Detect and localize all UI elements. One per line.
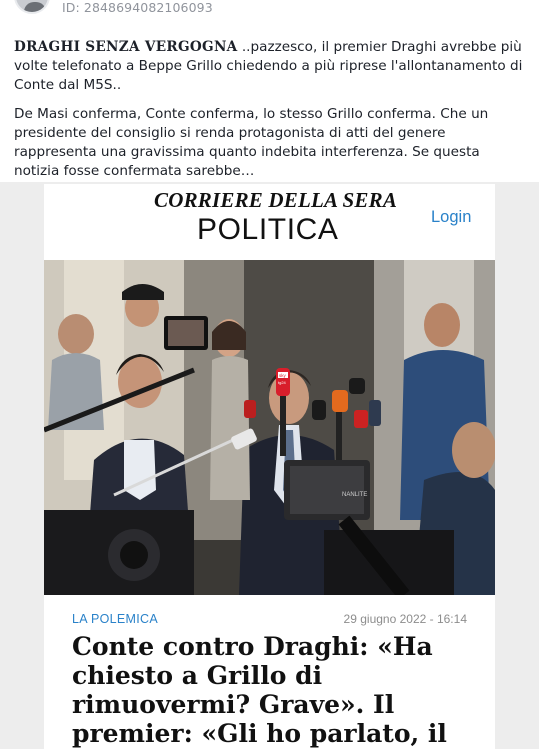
article-kicker[interactable]: LA POLEMICA (72, 612, 158, 626)
article-headline[interactable]: Conte contro Draghi: «Ha chiesto a Grill… (72, 632, 472, 749)
press-scrum-illustration: sky tg24 NANLITE (44, 260, 495, 595)
light-panel-label: NANLITE (342, 492, 367, 498)
section-title: POLITICA (197, 213, 339, 246)
post-id: ID: 2848694082106093 (62, 0, 213, 15)
newspaper-masthead: CORRIERE DELLA SERA POLITICA Login (44, 184, 495, 260)
mic-label-tg24: tg24 (278, 380, 287, 385)
article-photo[interactable]: sky tg24 NANLITE (44, 260, 495, 595)
post-text: DRAGHI SENZA VERGOGNA ..pazzesco, il pre… (14, 38, 529, 191)
mic-label-sky: sky (279, 373, 287, 378)
post-header: ID: 2848694082106093 (0, 0, 539, 22)
post-paragraph-2: De Masi conferma, Conte conferma, lo ste… (14, 106, 489, 179)
post-lead-bold: DRAGHI SENZA VERGOGNA (14, 39, 238, 55)
article-date: 29 giugno 2022 - 16:14 (343, 612, 467, 626)
post-paragraph-1: DRAGHI SENZA VERGOGNA ..pazzesco, il pre… (14, 38, 529, 95)
link-preview-card[interactable]: CORRIERE DELLA SERA POLITICA Login sky t… (44, 184, 495, 749)
publication-logo: CORRIERE DELLA SERA (154, 188, 398, 212)
article-meta: LA POLEMICA 29 giugno 2022 - 16:14 (44, 610, 495, 628)
avatar[interactable] (14, 0, 50, 14)
login-link[interactable]: Login (431, 208, 471, 227)
